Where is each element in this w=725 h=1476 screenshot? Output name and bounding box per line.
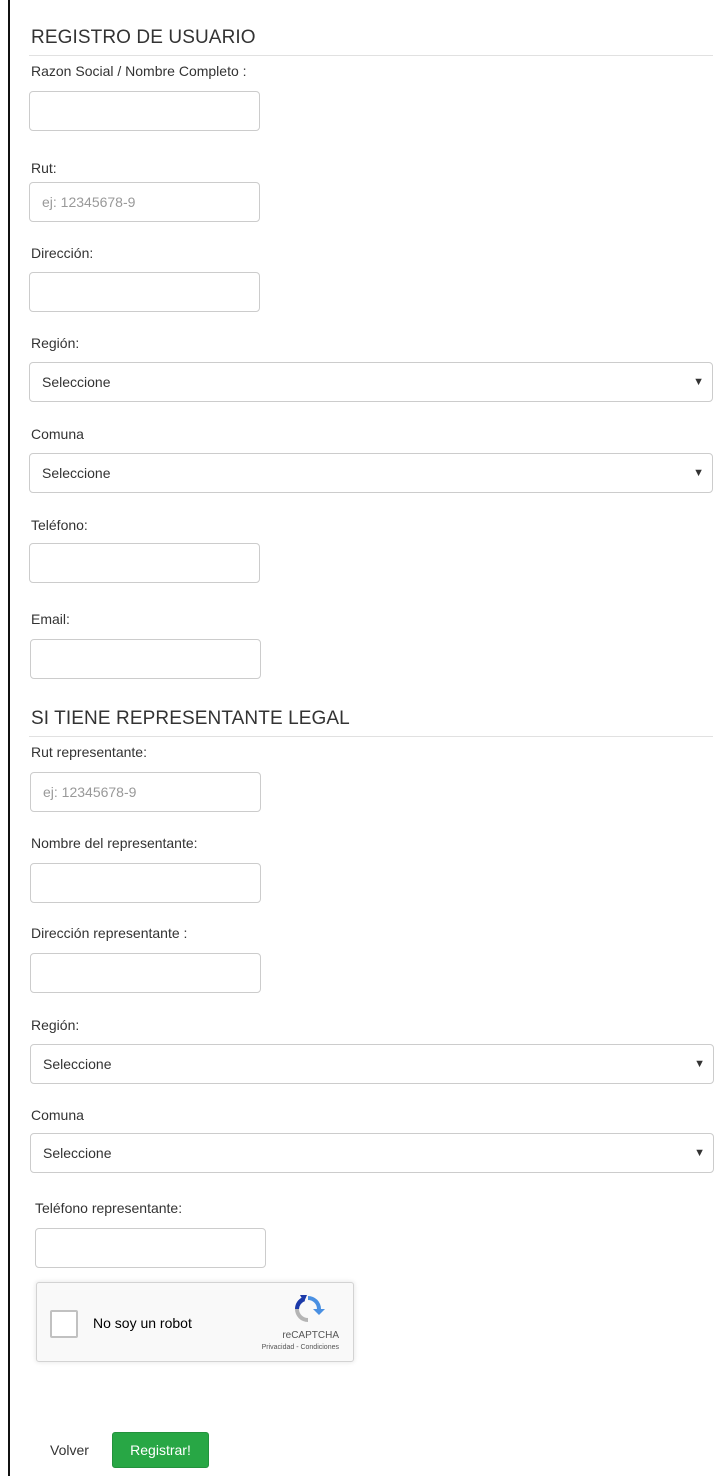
razon-social-input[interactable] — [29, 91, 260, 131]
recaptcha-icon — [295, 1295, 325, 1322]
chevron-down-icon: ▼ — [694, 1058, 705, 1070]
rut-input[interactable] — [29, 182, 260, 222]
recaptcha-terms[interactable]: Privacidad - Condiciones — [262, 1344, 339, 1351]
section-divider — [29, 55, 713, 56]
email-label: Email: — [31, 611, 70, 627]
telefono-label: Teléfono: — [31, 517, 88, 533]
region-label: Región: — [31, 335, 80, 351]
recaptcha-label: No soy un robot — [93, 1315, 192, 1331]
comuna-representante-value: Seleccione — [43, 1145, 112, 1161]
region-representante-select[interactable]: Seleccione ▼ — [30, 1044, 714, 1084]
telefono-representante-input[interactable] — [35, 1228, 266, 1268]
comuna-representante-select[interactable]: Seleccione ▼ — [30, 1133, 714, 1173]
region-select-value: Seleccione — [42, 374, 111, 390]
comuna-representante-label: Comuna — [31, 1107, 84, 1123]
volver-link[interactable]: Volver — [50, 1442, 89, 1458]
recaptcha-widget: No soy un robot reCAPTCHA Privacidad - C… — [36, 1282, 354, 1362]
section-title-registro: REGISTRO DE USUARIO — [31, 27, 256, 48]
rut-representante-input[interactable] — [30, 772, 261, 812]
region-representante-value: Seleccione — [43, 1056, 112, 1072]
razon-social-label: Razon Social / Nombre Completo : — [31, 63, 247, 79]
direccion-label: Dirección: — [31, 245, 94, 261]
telefono-input[interactable] — [29, 543, 260, 583]
rut-representante-label: Rut representante: — [31, 744, 147, 760]
registrar-button[interactable]: Registrar! — [112, 1432, 209, 1468]
recaptcha-brand: reCAPTCHA — [282, 1330, 339, 1341]
email-input[interactable] — [30, 639, 261, 679]
rut-label: Rut: — [31, 160, 57, 176]
section-title-representante: SI TIENE REPRESENTANTE LEGAL — [31, 708, 350, 729]
chevron-down-icon: ▼ — [693, 467, 704, 479]
recaptcha-checkbox[interactable] — [50, 1310, 78, 1338]
chevron-down-icon: ▼ — [694, 1147, 705, 1159]
chevron-down-icon: ▼ — [693, 376, 704, 388]
section-divider — [29, 736, 713, 737]
comuna-select[interactable]: Seleccione ▼ — [29, 453, 713, 493]
direccion-representante-label: Dirección representante : — [31, 925, 188, 941]
nombre-representante-label: Nombre del representante: — [31, 835, 198, 851]
region-representante-label: Región: — [31, 1017, 80, 1033]
comuna-label: Comuna — [31, 426, 84, 442]
telefono-representante-label: Teléfono representante: — [35, 1200, 183, 1216]
region-select[interactable]: Seleccione ▼ — [29, 362, 713, 402]
comuna-select-value: Seleccione — [42, 465, 111, 481]
direccion-input[interactable] — [29, 272, 260, 312]
nombre-representante-input[interactable] — [30, 863, 261, 903]
direccion-representante-input[interactable] — [30, 953, 261, 993]
